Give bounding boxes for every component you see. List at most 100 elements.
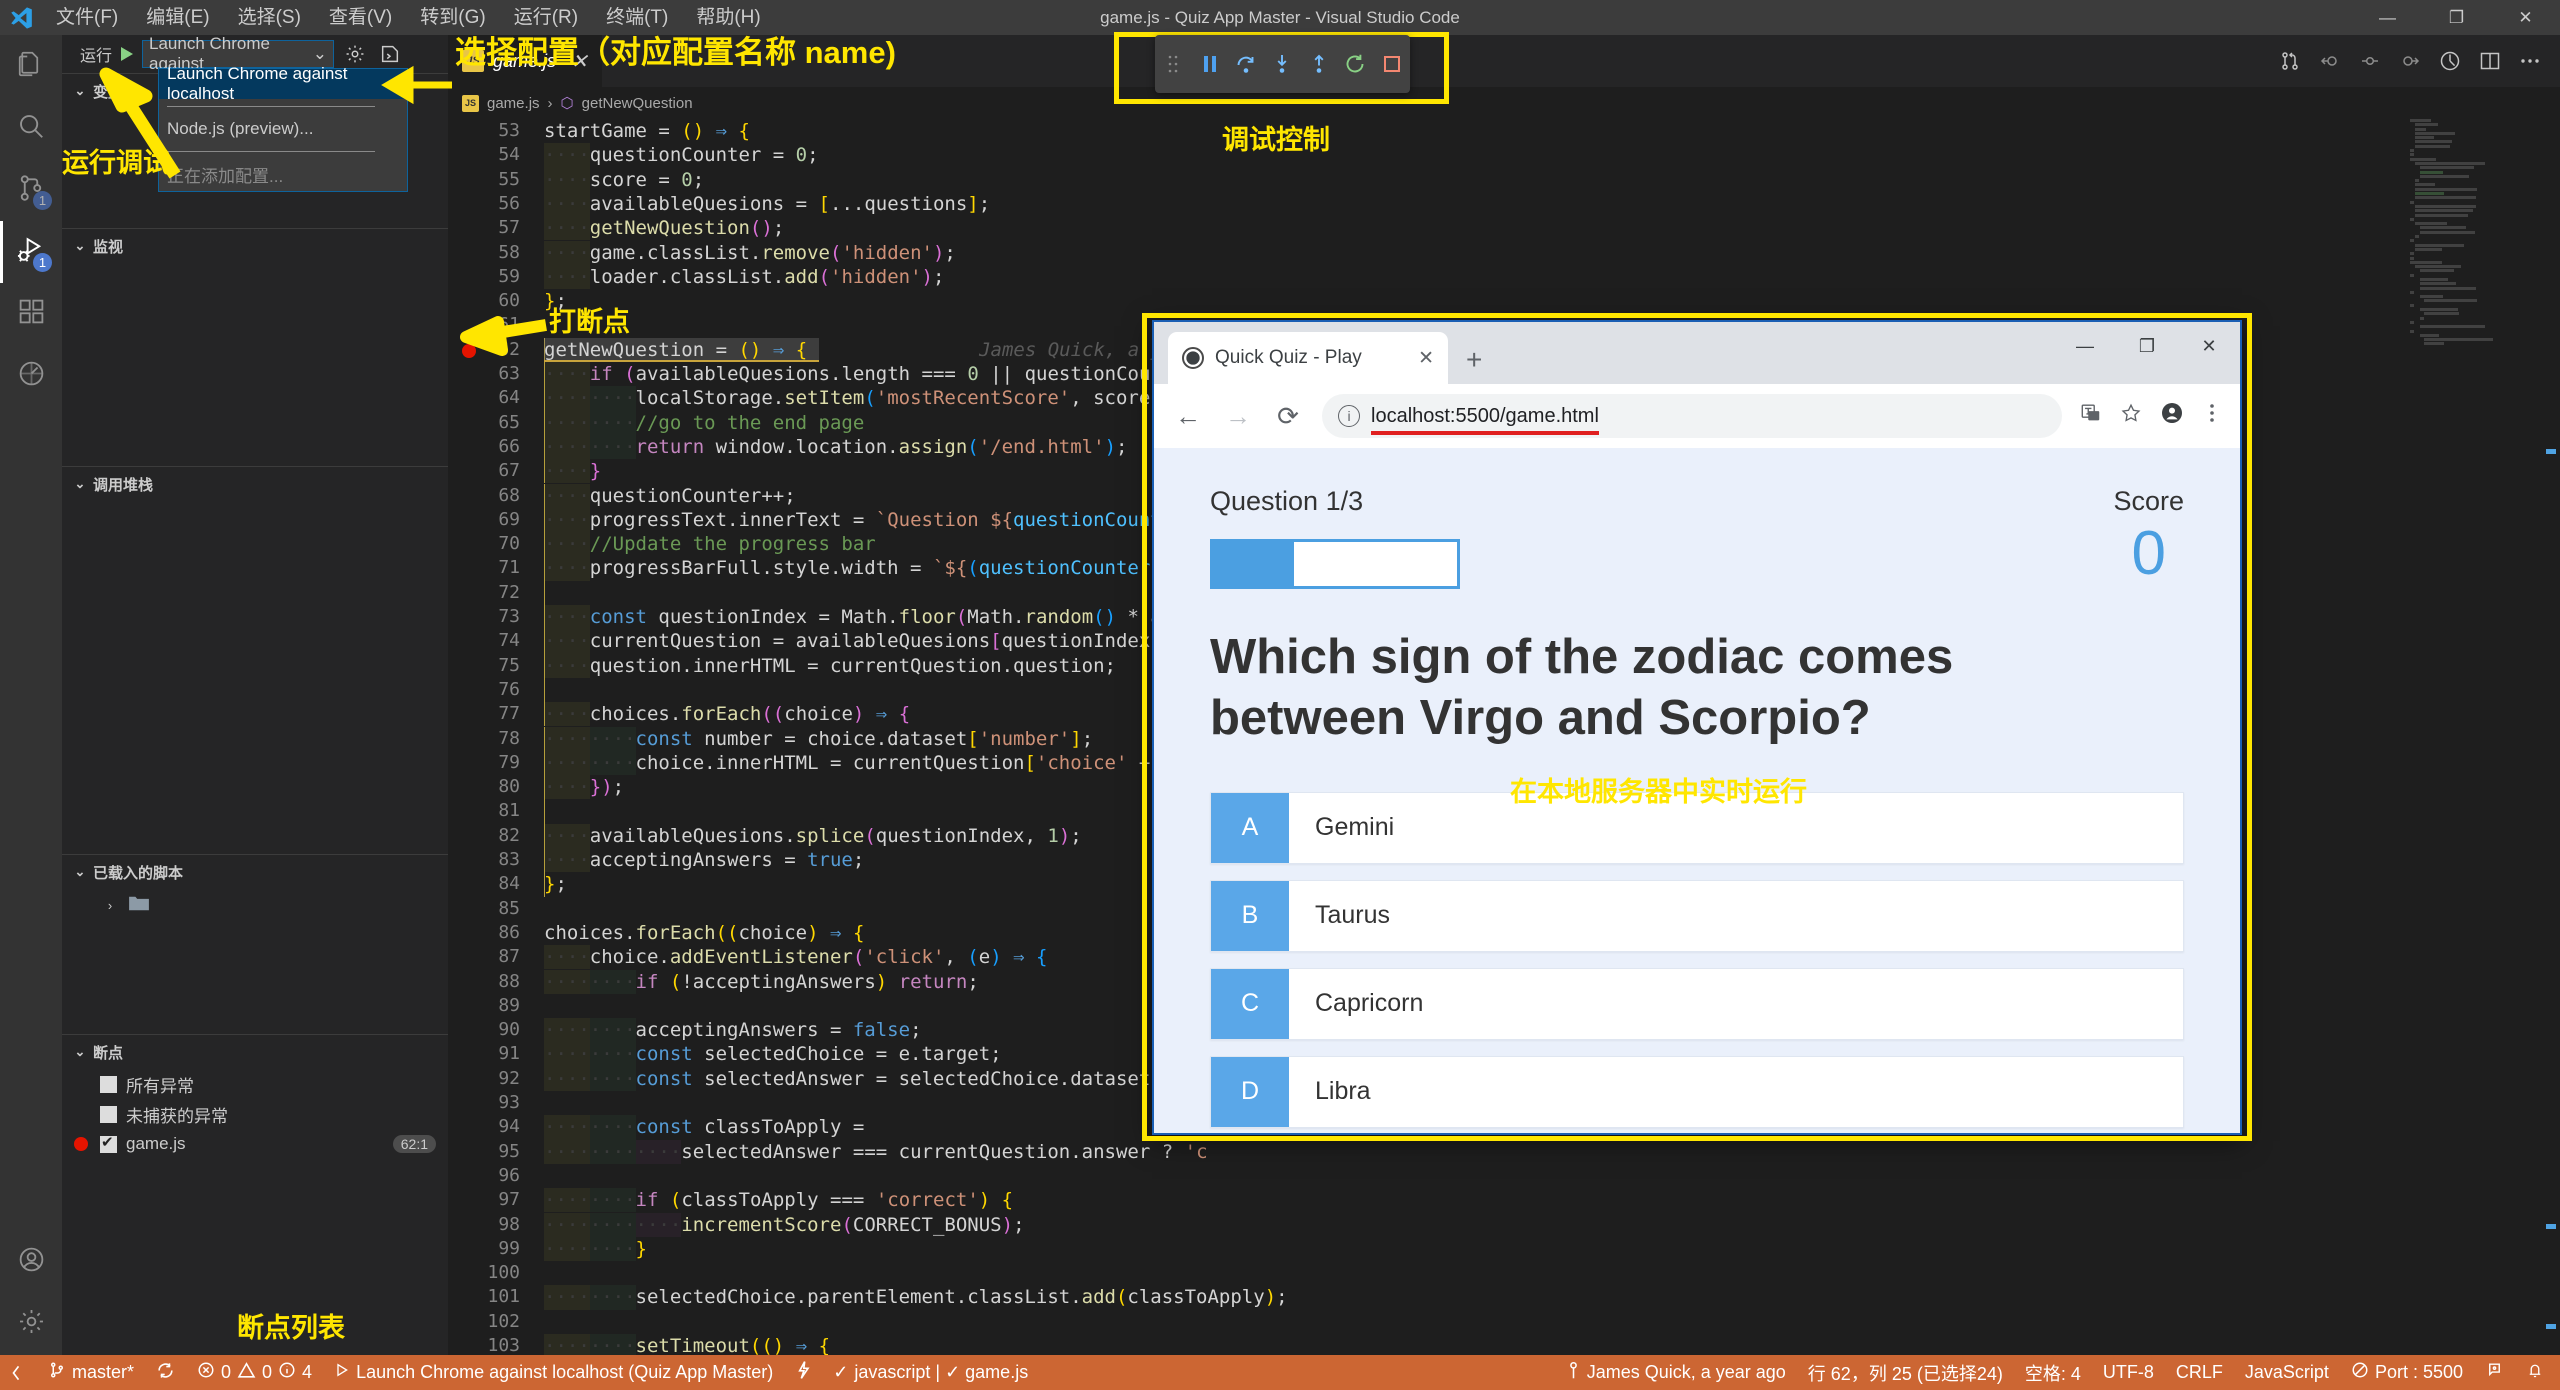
status-git-blame[interactable]: James Quick, a year ago <box>1555 1355 1797 1390</box>
breakpoint-game-js[interactable]: game.js 62:1 <box>62 1129 448 1159</box>
dropdown-item-nodejs-preview[interactable]: Node.js (preview)... <box>159 114 407 144</box>
section-watch-header[interactable]: ⌄ 监视 <box>62 229 448 263</box>
section-loaded-scripts-header[interactable]: ⌄ 已载入的脚本 <box>62 855 448 889</box>
sidebar-item-explorer[interactable] <box>0 35 62 97</box>
forward-button[interactable]: → <box>1222 401 1254 432</box>
breakpoint-uncaught-exceptions[interactable]: 未捕获的异常 <box>62 1099 448 1129</box>
back-button[interactable]: ← <box>1172 401 1204 432</box>
step-over-button[interactable] <box>1232 49 1260 79</box>
close-icon[interactable]: ✕ <box>1418 347 1434 370</box>
status-problems[interactable]: 0 0 4 <box>186 1355 323 1390</box>
choice-item[interactable]: C Capricorn <box>1210 967 2184 1040</box>
code-line[interactable]: 95 ············selectedAnswer === current… <box>448 1139 2560 1164</box>
section-breakpoints[interactable]: ⌄ 断点 所有异常 未捕获的异常 game.js 62:1 <box>62 1034 448 1159</box>
choice-item[interactable]: B Taurus <box>1210 879 2184 952</box>
chrome-tab-strip[interactable]: Quick Quiz - Play ✕ + — ❐ ✕ <box>1154 322 2240 384</box>
status-eslint[interactable]: ✓ javascript | ✓ game.js <box>822 1355 1039 1390</box>
code-line[interactable]: 55 ····score = 0; <box>448 167 2560 192</box>
step-into-button[interactable] <box>1268 49 1296 79</box>
section-breakpoints-header[interactable]: ⌄ 断点 <box>62 1035 448 1069</box>
status-debug-bolt[interactable] <box>784 1355 822 1390</box>
breadcrumb-file[interactable]: game.js <box>487 95 540 112</box>
status-language-mode[interactable]: JavaScript <box>2234 1355 2340 1390</box>
menu-view[interactable]: 查看(V) <box>315 0 406 35</box>
code-line[interactable]: 59 ····loader.classList.add('hidden'); <box>448 264 2560 290</box>
dropdown-item-launch-chrome[interactable]: Launch Chrome against localhost <box>159 64 407 103</box>
minimize-button[interactable]: — <box>2353 0 2422 35</box>
breadcrumb[interactable]: JS game.js › ⬡ getNewQuestion <box>448 87 2560 119</box>
address-bar[interactable]: i localhost:5500/game.html <box>1322 394 2062 438</box>
status-encoding[interactable]: UTF-8 <box>2092 1355 2165 1390</box>
code-line[interactable]: 96 <box>448 1164 2560 1188</box>
code-line[interactable]: 54 ····questionCounter = 0; <box>448 143 2560 168</box>
status-remote[interactable] <box>0 1355 37 1390</box>
sidebar-item-run-and-debug[interactable]: 1 <box>0 221 62 283</box>
checkbox[interactable] <box>100 1133 117 1153</box>
dropdown-item-add-config[interactable]: 正在添加配置... <box>159 159 407 189</box>
section-loaded-scripts[interactable]: ⌄ 已载入的脚本 › <box>62 854 448 1034</box>
choice-list[interactable]: A Gemini B Taurus C Capricorn D Libra <box>1210 791 2184 1128</box>
checkbox[interactable] <box>100 1075 117 1093</box>
menu-selection[interactable]: 选择(S) <box>224 0 315 35</box>
choice-item[interactable]: D Libra <box>1210 1055 2184 1128</box>
status-notifications[interactable] <box>2515 1355 2560 1390</box>
settings-button[interactable] <box>0 1293 62 1355</box>
code-line[interactable]: 60}; <box>448 289 2560 313</box>
status-sync[interactable] <box>145 1355 186 1390</box>
code-line[interactable]: 100 <box>448 1261 2560 1285</box>
translate-icon[interactable] <box>2080 402 2102 430</box>
code-line[interactable]: 98 ············incrementScore(CORRECT_BON… <box>448 1212 2560 1237</box>
breadcrumb-symbol[interactable]: getNewQuestion <box>582 95 693 112</box>
chrome-minimize-button[interactable]: — <box>2054 322 2116 370</box>
restart-button[interactable] <box>1341 49 1369 79</box>
chrome-close-button[interactable]: ✕ <box>2178 322 2240 370</box>
choice-text[interactable]: Taurus <box>1289 881 2183 951</box>
editor-actions[interactable] <box>2272 35 2560 87</box>
start-debug-icon[interactable] <box>121 47 134 61</box>
code-line[interactable]: 97 ········if (classToApply === 'correct'… <box>448 1188 2560 1213</box>
run-code-icon[interactable] <box>2432 43 2468 79</box>
sidebar-item-remote-explorer[interactable] <box>0 345 62 407</box>
close-button[interactable]: ✕ <box>2491 0 2560 35</box>
status-bar-right[interactable]: James Quick, a year ago 行 62，列 25 (已选择24… <box>1555 1355 2560 1390</box>
debug-config-dropdown-list[interactable]: Launch Chrome against localhost Node.js … <box>158 64 408 192</box>
split-editor-icon[interactable] <box>2472 43 2508 79</box>
breakpoint-all-exceptions[interactable]: 所有异常 <box>62 1069 448 1099</box>
menu-edit[interactable]: 编辑(E) <box>132 0 223 35</box>
more-actions-icon[interactable] <box>2512 43 2548 79</box>
code-line[interactable]: 53 startGame = () ⇒ { <box>448 119 2560 143</box>
code-line[interactable]: 58 ····game.classList.remove('hidden'); <box>448 240 2560 265</box>
code-line[interactable]: 102 <box>448 1310 2560 1334</box>
window-controls[interactable]: — ❐ ✕ <box>2353 0 2560 35</box>
code-line[interactable]: 103 ········setTimeout(() ⇒ { <box>448 1334 2560 1355</box>
editor-scrollbar[interactable] <box>2538 119 2560 1355</box>
profile-icon[interactable] <box>2160 401 2184 431</box>
section-call-stack[interactable]: ⌄ 调用堆栈 <box>62 466 448 854</box>
code-line[interactable]: 56 ····availableQuesions = [...questions]… <box>448 191 2560 217</box>
section-watch[interactable]: ⌄ 监视 <box>62 228 448 466</box>
code-line[interactable]: 57 ····getNewQuestion(); <box>448 216 2560 241</box>
status-feedback[interactable] <box>2474 1355 2515 1390</box>
site-info-icon[interactable]: i <box>1338 405 1360 427</box>
status-eol[interactable]: CRLF <box>2165 1355 2234 1390</box>
sidebar-item-search[interactable] <box>0 97 62 159</box>
checkbox[interactable] <box>100 1105 117 1123</box>
loaded-script-folder-row[interactable]: › <box>62 889 448 921</box>
drag-handle[interactable] <box>1159 49 1187 79</box>
status-bar[interactable]: master* 0 0 4 Launch Chrome against loca… <box>0 1355 2560 1390</box>
new-tab-button[interactable]: + <box>1466 344 1482 376</box>
choice-text[interactable]: Libra <box>1289 1057 2183 1127</box>
stop-button[interactable] <box>1378 49 1406 79</box>
chrome-tab[interactable]: Quick Quiz - Play ✕ <box>1168 332 1448 384</box>
status-indentation[interactable]: 空格: 4 <box>2014 1355 2092 1390</box>
section-call-stack-header[interactable]: ⌄ 调用堆栈 <box>62 467 448 501</box>
status-live-server-port[interactable]: Port : 5500 <box>2340 1355 2474 1390</box>
menu-file[interactable]: 文件(F) <box>42 0 132 35</box>
reload-button[interactable]: ⟳ <box>1272 401 1304 432</box>
accounts-button[interactable] <box>0 1231 62 1293</box>
previous-change-icon[interactable] <box>2352 43 2388 79</box>
maximize-button[interactable]: ❐ <box>2422 0 2491 35</box>
sidebar-item-extensions[interactable] <box>0 283 62 345</box>
status-branch[interactable]: master* <box>37 1355 145 1390</box>
minimap[interactable] <box>2410 119 2538 1355</box>
